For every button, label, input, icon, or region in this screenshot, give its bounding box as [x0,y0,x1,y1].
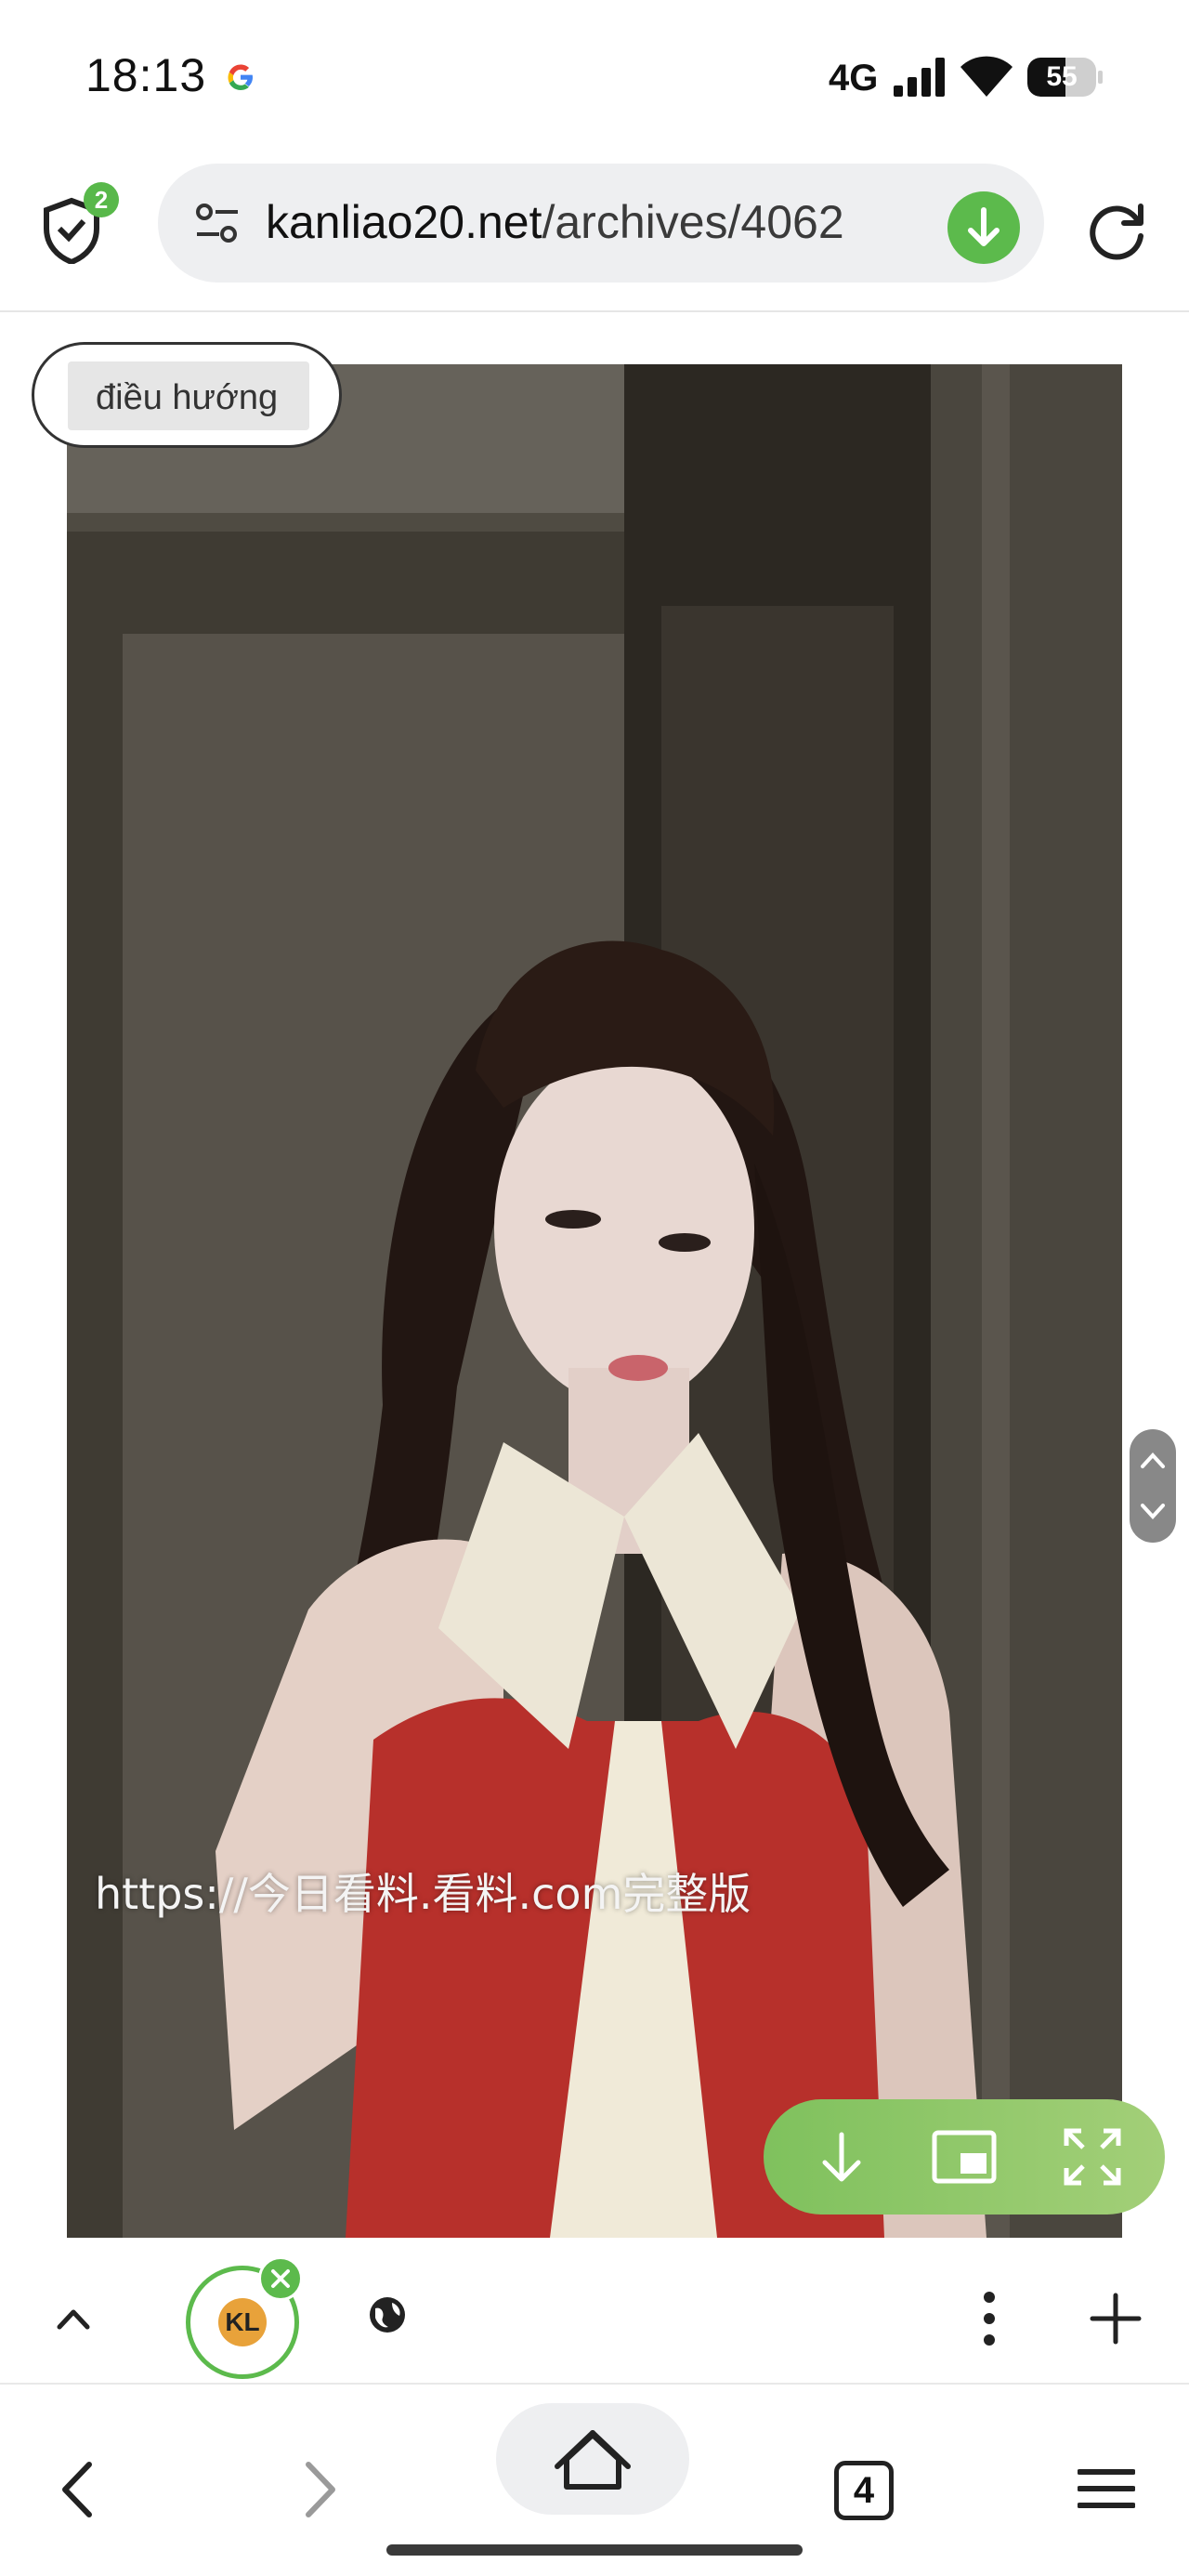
shield-badge: 2 [84,182,119,217]
status-time: 18:13 [85,49,207,101]
scroll-arrows [1141,1452,1165,1519]
download-icon[interactable] [804,2120,879,2194]
url-path: /archives/4062 [542,196,844,248]
wifi-icon [960,56,1013,97]
battery-percent: 55 [1046,61,1078,92]
navigation-chip-label: điều hướng [96,378,279,417]
menu-icon[interactable] [1078,2464,1135,2513]
close-tab-button[interactable] [258,2256,303,2301]
fullscreen-icon[interactable] [1055,2120,1130,2194]
tab-strip: KL [0,2253,1189,2385]
cell-signal-icon [894,58,945,97]
gesture-home-indicator[interactable] [386,2544,803,2556]
page-content: điều hướng https://今日看料.看料.com完整版 [0,314,1189,2253]
chevron-up-icon [1141,1452,1165,1468]
globe-icon[interactable] [366,2293,409,2336]
video-frame [67,364,1122,2238]
close-icon [271,2269,290,2288]
video-controls [764,2099,1165,2215]
google-g-icon [228,64,253,90]
video-player[interactable]: https://今日看料.看料.com完整版 [67,364,1122,2238]
more-vert-icon[interactable] [966,2288,1013,2349]
scroll-control[interactable] [1130,1429,1176,1543]
reload-icon[interactable] [1083,195,1152,264]
status-bar: 18:13 4G 55 [0,0,1189,158]
home-icon [555,2430,631,2490]
url-domain: kanliao20.net [266,196,542,248]
address-bar[interactable]: kanliao20.net/archives/4062 [158,164,1044,283]
url-text[interactable]: kanliao20.net/archives/4062 [266,195,844,249]
home-button[interactable] [496,2403,689,2515]
network-label: 4G [829,58,879,99]
tune-icon[interactable] [193,199,242,247]
download-icon [968,207,1000,246]
plus-icon[interactable] [1089,2292,1143,2346]
chevron-up-icon[interactable] [50,2295,97,2342]
forward-icon[interactable] [297,2457,344,2522]
video-watermark: https://今日看料.看料.com完整版 [95,1869,751,1919]
back-icon[interactable] [54,2457,100,2522]
picture-in-picture-icon[interactable] [927,2120,1001,2194]
navigation-chip[interactable]: điều hướng [32,342,342,448]
chevron-down-icon [1141,1504,1165,1519]
tabs-count-button[interactable]: 4 [834,2461,894,2520]
tab-favicon: KL [218,2298,267,2346]
bottom-navigation: 4 [0,2386,1189,2576]
battery-indicator: 55 [1027,58,1103,97]
download-button[interactable] [947,191,1020,264]
browser-toolbar: 2 kanliao20.net/archives/4062 [0,158,1189,312]
